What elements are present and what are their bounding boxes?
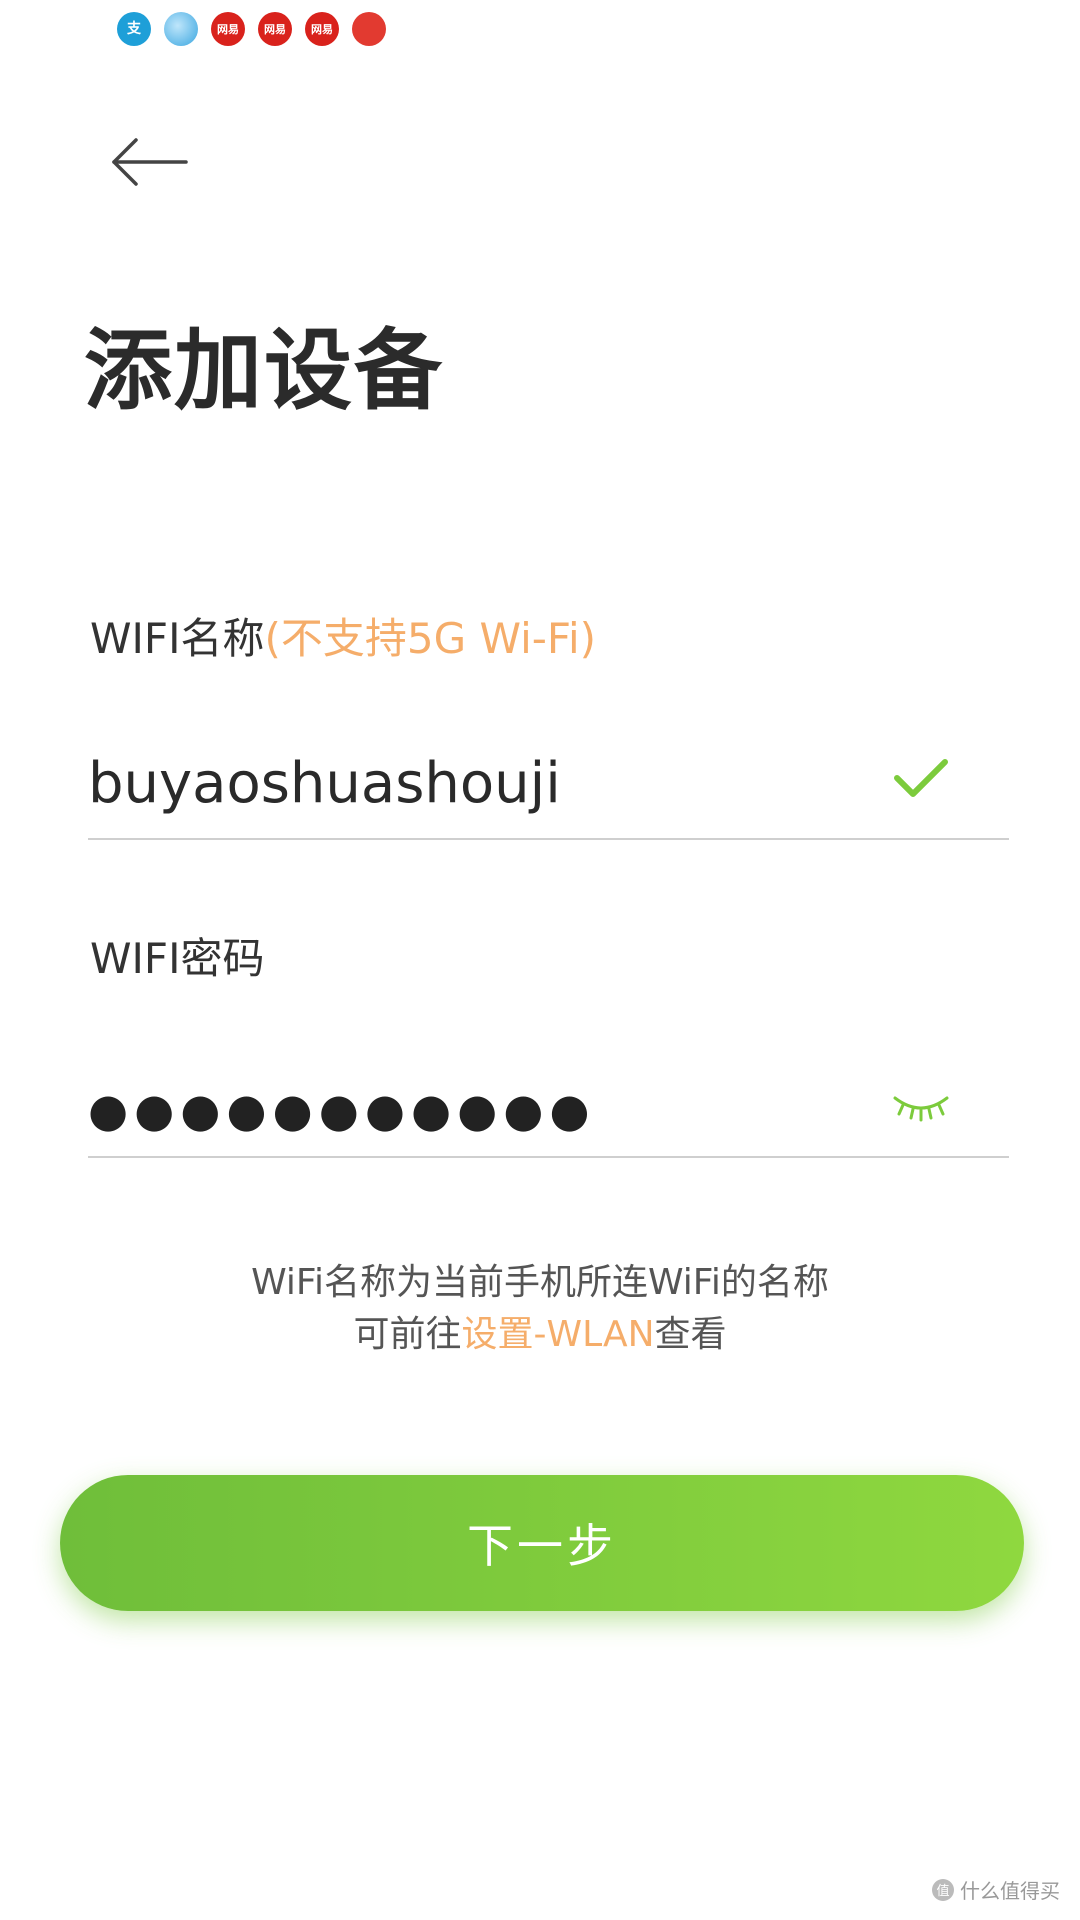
page-title: 添加设备	[84, 319, 445, 422]
browser-icon	[164, 12, 198, 46]
netease-icon: 网易	[258, 12, 292, 46]
status-bar-icons: 支 网易 网易 网易	[117, 12, 386, 46]
tip-prefix: 可前往	[353, 1314, 462, 1355]
eye-closed-icon	[893, 1096, 949, 1122]
arrow-left-icon	[112, 138, 188, 186]
wifi-5g-hint: (不支持5G Wi-Fi)	[264, 614, 597, 663]
wifi-tip-line1: WiFi名称为当前手机所连WiFi的名称	[251, 1262, 829, 1303]
wifi-name-label-text: WIFI名称	[90, 614, 265, 663]
back-button[interactable]	[108, 132, 188, 192]
check-icon	[894, 759, 948, 797]
watermark-text: 什么值得买	[960, 1879, 1060, 1903]
netease-icon: 网易	[305, 12, 339, 46]
watermark: 值 什么值得买	[932, 1875, 1060, 1904]
netease-icon: 网易	[211, 12, 245, 46]
wifi-name-field	[88, 728, 1009, 840]
wifi-password-input[interactable]: ●●●●●●●●●●●	[88, 1046, 888, 1156]
next-step-button[interactable]: 下一步	[60, 1475, 1024, 1611]
password-visibility-toggle[interactable]	[891, 1092, 951, 1124]
wifi-tip-line2: 可前往设置-WLAN查看	[0, 1305, 1080, 1357]
wifi-name-input[interactable]	[88, 728, 888, 838]
wifi-password-label: WIFI密码	[90, 934, 265, 983]
red-app-icon	[352, 12, 386, 46]
watermark-icon: 值	[932, 1878, 954, 1901]
wifi-name-label: WIFI名称(不支持5G Wi-Fi)	[90, 605, 596, 666]
tip-suffix: 查看	[654, 1314, 727, 1355]
settings-wlan-link[interactable]: 设置-WLAN	[461, 1314, 654, 1355]
alipay-icon: 支	[117, 12, 151, 46]
wifi-password-field: ●●●●●●●●●●●	[88, 1046, 1009, 1158]
